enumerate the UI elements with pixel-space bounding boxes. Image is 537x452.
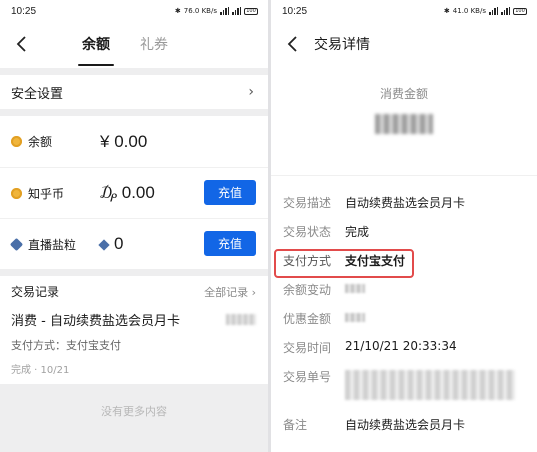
salt-amount: 0 [114,234,124,253]
record-status: 完成 · 10/21 [11,365,70,376]
asset-value: 0 [98,234,124,254]
chevron-right-icon: › [248,84,254,100]
asset-row-live-salt: 直播盐粒 0 充值 [0,218,268,269]
security-settings-label: 安全设置 [11,86,64,102]
detail-list: 交易描述 自动续费盐选会员月卡 交易状态 完成 支付方式 支付宝支付 余额变动 … [271,176,537,439]
back-arrow-icon [287,36,297,52]
tab-coupons[interactable]: 礼券 [140,22,168,68]
coin-icon [11,187,22,199]
detail-key: 交易单号 [283,370,332,384]
wallet-screen: 10:25 ✱ 76.0 KB/s 100 余额 礼券 安全设置 › 余额 ¥ … [0,0,268,452]
status-bar: 10:25 ✱ 76.0 KB/s 100 [0,0,268,22]
coin-amount: 0.00 [121,183,155,202]
asset-row-balance: 余额 ¥ 0.00 [0,116,268,167]
asset-card: 余额 ¥ 0.00 知乎币 ₯ 0.00 充值 直播盐粒 0 充值 [0,116,268,269]
balance-amount: 0.00 [114,131,148,151]
back-arrow-icon [16,36,26,52]
gem-icon [9,237,24,251]
detail-value: 自动续费盐选会员月卡 [345,196,466,210]
signal-icon-2 [501,7,510,15]
tab-balance[interactable]: 余额 [78,22,114,68]
detail-row-status: 交易状态 完成 [283,217,537,246]
bluetooth-icon: ✱ [443,7,450,15]
battery-icon: 100 [513,7,527,15]
detail-key: 优惠金额 [283,312,332,326]
record-amount-blurred [226,314,256,325]
detail-value-blurred [345,284,365,293]
detail-row-time: 交易时间 21/10/21 20:33:34 [283,333,537,362]
detail-row-remark: 备注 自动续费盐选会员月卡 [283,410,537,439]
detail-key: 余额变动 [283,283,332,297]
back-button[interactable] [283,33,303,55]
network-speed: 41.0 KB/s [452,7,486,15]
asset-label: 余额 [28,135,53,149]
detail-value: 完成 [345,225,370,239]
coin-icon [11,136,22,147]
detail-row-balance-change: 余额变动 [283,275,537,304]
amount-label: 消费金额 [379,87,428,101]
record-name: 消费 - 自动续费盐选会员月卡 [11,314,180,329]
detail-row-description: 交易描述 自动续费盐选会员月卡 [283,188,537,217]
wallet-navbar: 余额 礼券 [0,22,268,68]
all-records-link[interactable]: 全部记录 › [204,284,256,300]
detail-key: 备注 [283,418,308,432]
signal-icon [489,7,498,15]
recharge-coin-button[interactable]: 充值 [204,180,256,205]
bluetooth-icon: ✱ [174,7,181,15]
highlight-annotation [274,249,414,278]
detail-key: 交易状态 [283,225,332,239]
asset-value: ¥ 0.00 [100,132,147,152]
asset-value: ₯ 0.00 [100,183,155,203]
back-button[interactable] [12,33,32,55]
status-icons: ✱ 76.0 KB/s 100 [175,7,258,15]
currency-symbol: ₯ [100,183,117,202]
page-title: 交易详情 [314,37,370,53]
status-bar: 10:25 ✱ 41.0 KB/s 100 [271,0,537,22]
records-title: 交易记录 [11,285,60,299]
detail-row-order-number: 交易单号 [283,362,537,410]
record-line: 消费 - 自动续费盐选会员月卡 [11,310,256,329]
detail-key: 交易描述 [283,196,332,210]
detail-value-blurred [345,370,515,400]
asset-row-zhihu-coin: 知乎币 ₯ 0.00 充值 [0,167,268,218]
network-speed: 76.0 KB/s [183,7,217,15]
status-time: 10:25 [11,5,37,17]
records-header: 交易记录 全部记录 › [11,276,256,307]
recharge-salt-button[interactable]: 充值 [204,231,256,256]
wallet-tabs: 余额 礼券 [78,22,168,68]
gem-icon [98,238,110,251]
signal-icon-2 [232,7,241,15]
asset-label: 直播盐粒 [28,237,77,252]
record-item[interactable]: 消费 - 自动续费盐选会员月卡 支付方式：支付宝支付 完成 · 10/21 [11,310,256,376]
detail-navbar: 交易详情 [271,22,537,68]
transaction-records: 交易记录 全部记录 › 消费 - 自动续费盐选会员月卡 支付方式：支付宝支付 完… [0,276,268,384]
asset-label: 知乎币 [28,186,65,201]
no-more-content: 没有更多内容 [101,405,167,418]
security-settings-row[interactable]: 安全设置 › [0,75,268,109]
detail-value: 21/10/21 20:33:34 [345,339,457,353]
detail-key: 交易时间 [283,341,332,355]
detail-value-blurred [345,313,365,322]
status-icons: ✱ 41.0 KB/s 100 [444,7,527,15]
battery-icon: 100 [244,7,258,15]
all-records-label: 全部记录 [204,285,249,299]
detail-row-discount: 优惠金额 [283,304,537,333]
detail-value: 自动续费盐选会员月卡 [345,418,466,432]
record-payment-method: 支付方式：支付宝支付 [11,339,121,352]
status-time: 10:25 [282,5,308,17]
amount-section: 消费金额 [271,68,537,176]
amount-value-blurred [375,114,433,134]
signal-icon [220,7,229,15]
currency-symbol: ¥ [100,131,110,151]
transaction-detail-screen: 10:25 ✱ 41.0 KB/s 100 交易详情 消费金额 交易描述 自动续… [271,0,537,452]
